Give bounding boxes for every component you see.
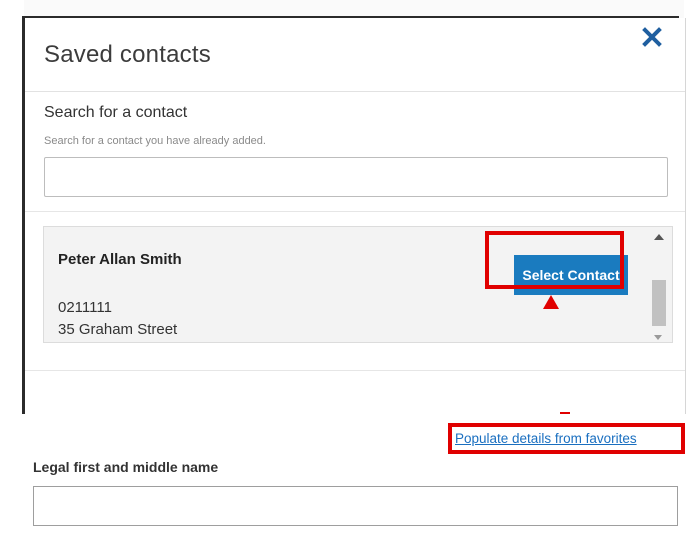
modal-title: Saved contacts	[44, 41, 211, 68]
results-scrollbar[interactable]	[647, 227, 671, 342]
modal-header: Saved contacts	[25, 18, 685, 92]
populate-link-highlight	[448, 423, 685, 454]
contact-address: 35 Graham Street	[58, 321, 178, 338]
scroll-up-arrow-icon[interactable]	[654, 234, 664, 240]
scroll-down-arrow-icon[interactable]	[654, 335, 662, 340]
legal-name-label: Legal first and middle name	[33, 459, 219, 475]
legal-name-input[interactable]	[33, 486, 678, 526]
contact-phone: 0211111	[58, 299, 112, 316]
close-x-icon	[642, 27, 662, 47]
contact-search-input[interactable]	[44, 157, 668, 197]
close-button[interactable]	[641, 26, 663, 48]
scroll-thumb[interactable]	[652, 280, 666, 326]
saved-contacts-modal: Saved contacts Search for a contact Sear…	[25, 18, 686, 414]
search-label: Search for a contact	[44, 104, 188, 121]
annotation-mark	[560, 412, 570, 414]
search-hint: Search for a contact you have already ad…	[44, 135, 266, 147]
select-contact-highlight	[485, 231, 624, 289]
divider	[25, 370, 685, 371]
divider	[25, 211, 685, 212]
contact-name: Peter Allan Smith	[58, 251, 182, 268]
page-background	[0, 0, 24, 420]
pointer-arrow-icon	[543, 295, 559, 309]
